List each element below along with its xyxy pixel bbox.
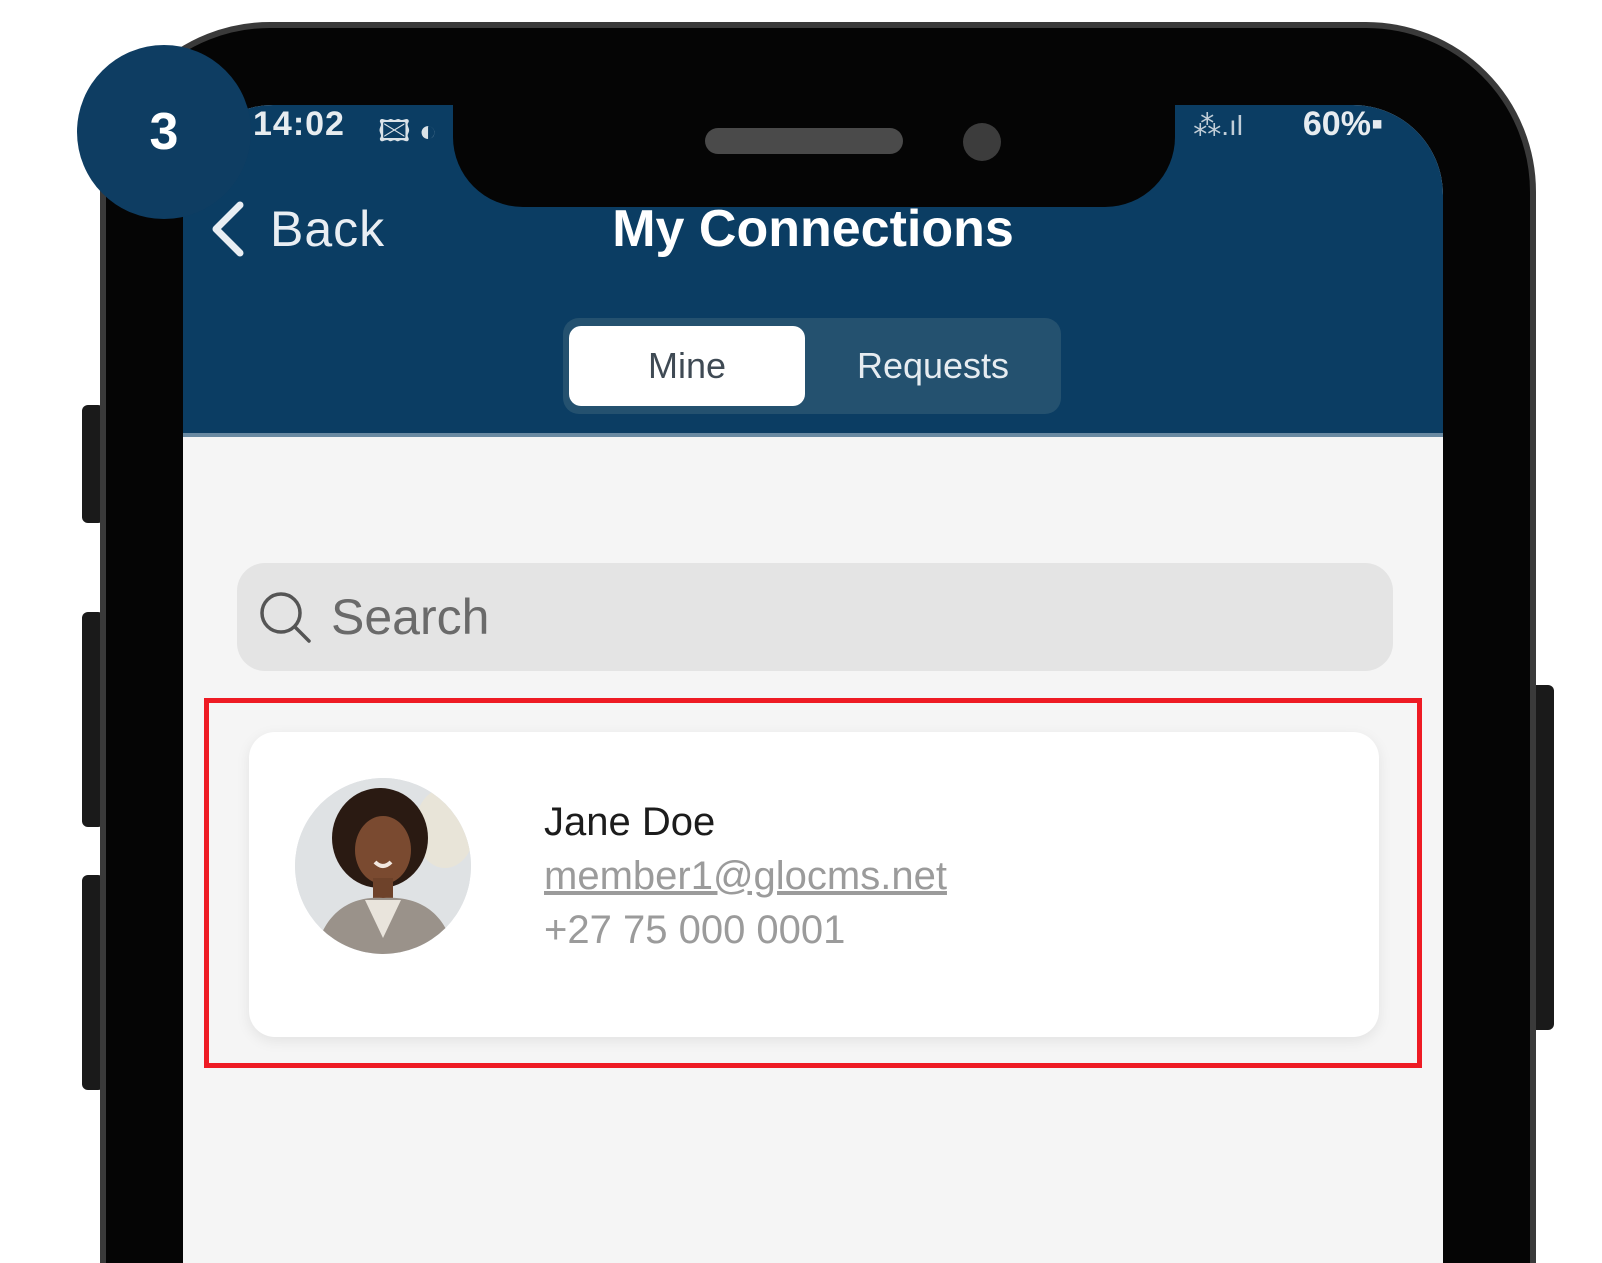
battery-status: 60%▪: [1302, 105, 1383, 143]
header-divider: [183, 433, 1443, 437]
phone-speaker: [705, 128, 903, 154]
phone-camera: [963, 123, 1001, 161]
step-number-badge: 3: [77, 45, 251, 219]
tab-mine[interactable]: Mine: [569, 326, 805, 406]
screenshot-stage: 14:02 🖾 ◐ ⁂.ıl 60%▪ Back My Connections …: [0, 0, 1602, 1263]
back-button[interactable]: Back: [208, 200, 385, 258]
back-label: Back: [270, 201, 386, 257]
status-time: 14:02: [253, 105, 345, 143]
search-input[interactable]: [329, 587, 1233, 647]
signal-icon: ⁂.ıl: [1193, 110, 1243, 141]
search-bar[interactable]: [237, 563, 1393, 671]
page-title: My Connections: [612, 200, 1014, 258]
connections-tab-switch: Mine Requests: [563, 318, 1061, 414]
status-notification-icons: 🖾 ◐: [378, 115, 438, 148]
highlight-box: [204, 698, 1422, 1068]
chevron-left-icon: [212, 201, 244, 257]
search-icon: [260, 592, 311, 643]
phone-screen: 14:02 🖾 ◐ ⁂.ıl 60%▪ Back My Connections …: [183, 105, 1443, 1263]
tab-requests[interactable]: Requests: [813, 326, 1053, 406]
